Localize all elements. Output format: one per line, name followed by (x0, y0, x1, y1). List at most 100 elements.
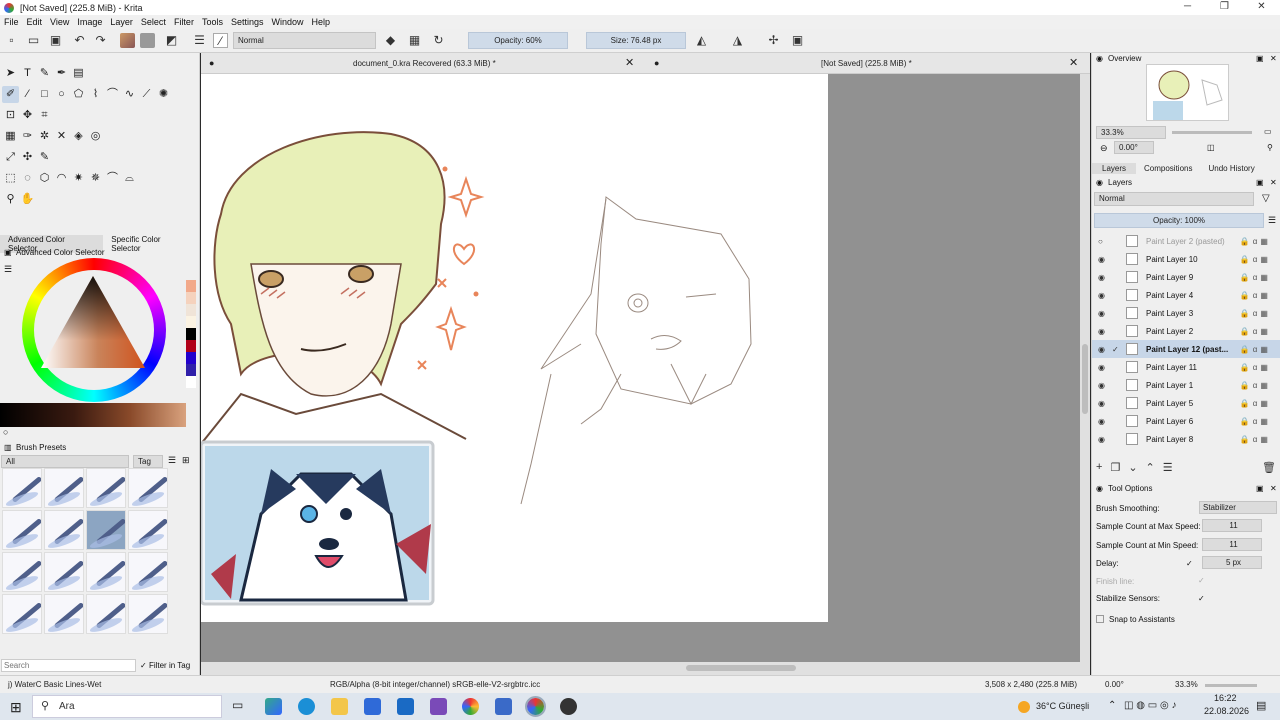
mail-icon[interactable] (397, 698, 414, 715)
freehand-brush-icon[interactable]: ✐ (2, 86, 19, 103)
smart-patch-icon[interactable]: ✲ (36, 128, 53, 145)
layer-lock-alpha-icons[interactable]: 🔒α▦ (1240, 255, 1271, 264)
menu-layer[interactable]: Layer (106, 17, 137, 27)
tab-document-recovered[interactable]: document_0.kra Recovered (63.3 MiB) * (353, 53, 496, 74)
brush-preset[interactable] (44, 510, 84, 550)
tab-specific-color-selector[interactable]: Specific Color Selector (103, 235, 199, 253)
calculator-icon[interactable] (495, 698, 512, 715)
brush-preset[interactable] (44, 594, 84, 634)
visibility-eye-icon[interactable]: ◉ (1098, 435, 1108, 444)
brush-filter-select[interactable]: All (1, 455, 129, 468)
float-docker-icon[interactable]: ▣ (1256, 54, 1264, 63)
drawing-canvas[interactable] (201, 74, 828, 622)
weather-text[interactable]: 36°C Güneşli (1036, 701, 1089, 711)
menu-settings[interactable]: Settings (227, 17, 268, 27)
menu-help[interactable]: Help (308, 17, 335, 27)
layer-lock-alpha-icons[interactable]: 🔒α▦ (1240, 363, 1271, 372)
move-tool-icon[interactable]: ✥ (19, 107, 36, 124)
status-zoom[interactable]: 33.3% (1175, 680, 1198, 689)
menu-view[interactable]: View (46, 17, 73, 27)
brush-preset[interactable] (86, 552, 126, 592)
gradient-swatch-icon[interactable] (120, 33, 135, 48)
save-icon[interactable]: ▣ (48, 33, 63, 48)
visibility-eye-icon[interactable]: ◉ (1098, 255, 1108, 264)
color-wheel[interactable] (22, 258, 166, 402)
layer-row[interactable]: ◉ Paint Layer 8 🔒α▦ (1092, 430, 1280, 448)
duplicate-layer-icon[interactable]: ❐ (1110, 461, 1120, 474)
clock-date[interactable]: 22.08.2026 (1204, 706, 1249, 716)
bezier-tool-icon[interactable]: ⌒ (104, 86, 121, 103)
zoom-select[interactable]: 33.3% (1096, 126, 1166, 139)
fg-bg-color-icon[interactable]: ◩ (164, 33, 179, 48)
polygon-select-icon[interactable]: ⬡ (36, 170, 53, 187)
stabilize-sensors-checkbox[interactable]: ✓ (1198, 594, 1205, 603)
layer-row[interactable]: ○ Paint Layer 2 (pasted) 🔒α▦ (1092, 232, 1280, 250)
layer-name[interactable]: Paint Layer 2 (pasted) (1146, 237, 1236, 246)
copilot-icon[interactable] (265, 698, 282, 715)
color-settings-icon[interactable]: ☰ (4, 264, 12, 275)
brush-preset[interactable] (128, 468, 168, 508)
edit-shapes-icon[interactable]: ✎ (36, 65, 53, 82)
layer-name[interactable]: Paint Layer 6 (1146, 417, 1236, 426)
multibrush-icon[interactable]: ✺ (155, 86, 172, 103)
layer-lock-alpha-icons[interactable]: 🔒α▦ (1240, 273, 1271, 282)
chrome-icon[interactable] (462, 698, 479, 715)
tag-button[interactable]: Tag (133, 455, 163, 468)
polygon-tool-icon[interactable]: ⬠ (70, 86, 87, 103)
assistant-tool-icon[interactable]: ✕ (53, 128, 70, 145)
layer-lock-alpha-icons[interactable]: 🔒α▦ (1240, 345, 1271, 354)
close-docker-icon[interactable]: ✕ (1270, 178, 1277, 187)
tab-compositions[interactable]: Compositions (1136, 163, 1200, 174)
tab-layers[interactable]: Layers (1092, 163, 1137, 174)
file-explorer-icon[interactable] (331, 698, 348, 715)
move-up-icon[interactable]: ⌃ (1146, 461, 1155, 474)
menu-image[interactable]: Image (73, 17, 106, 27)
view-mode-icon[interactable]: ☰ (168, 455, 176, 466)
add-layer-icon[interactable]: + (1096, 461, 1102, 474)
rotation-field[interactable]: 0.00° (1114, 141, 1154, 154)
finish-line-checkbox[interactable]: ✓ (1198, 576, 1205, 585)
color-picker-icon[interactable]: ✑ (19, 128, 36, 145)
select-shapes-icon[interactable]: ➤ (2, 65, 19, 82)
visibility-eye-icon[interactable]: ◉ (1098, 345, 1108, 354)
layer-row[interactable]: ◉ ✓ Paint Layer 12 (past... 🔒α▦ (1092, 340, 1280, 358)
layer-blend-select[interactable]: Normal (1094, 192, 1254, 206)
blend-mode-select[interactable]: Normal (233, 32, 376, 49)
float-docker-icon[interactable]: ▣ (1256, 484, 1264, 493)
brush-settings-icon[interactable]: ☰ (192, 33, 207, 48)
layer-name[interactable]: Paint Layer 11 (1146, 363, 1236, 372)
close-tab-icon[interactable]: ✕ (625, 53, 634, 74)
measure-tool-icon[interactable]: ⤢ (2, 149, 19, 166)
color-history-icon[interactable]: ○ (3, 427, 8, 437)
brush-preset-icon[interactable]: ⁄ (213, 33, 228, 48)
mirror-view-icon[interactable]: ◫ (1207, 143, 1215, 152)
layer-name[interactable]: Paint Layer 12 (past... (1146, 345, 1236, 354)
minimize-button[interactable]: ─ (1169, 0, 1206, 15)
crop-tool-icon[interactable]: ⌗ (36, 107, 53, 124)
min-speed-input[interactable]: 11 (1202, 538, 1262, 551)
mirror-horizontal-icon[interactable]: ◭ (694, 33, 709, 48)
eraser-icon[interactable]: ◆ (383, 33, 398, 48)
layer-row[interactable]: ◉ Paint Layer 3 🔒α▦ (1092, 304, 1280, 322)
wrap-around-icon[interactable]: ✢ (766, 33, 781, 48)
ellipse-select-icon[interactable]: ◌ (19, 170, 36, 187)
delay-checkbox[interactable]: ✓ (1186, 559, 1193, 568)
brush-preset[interactable] (128, 552, 168, 592)
brush-preset[interactable] (44, 552, 84, 592)
ellipse-tool-icon[interactable]: ○ (53, 86, 70, 103)
preserve-alpha-icon[interactable]: ▦ (407, 33, 422, 48)
open-folder-icon[interactable]: ▭ (26, 33, 41, 48)
fit-view-icon[interactable]: ▭ (1264, 127, 1272, 136)
brush-preset[interactable] (128, 510, 168, 550)
app-icon[interactable] (430, 698, 447, 715)
calligraphy-icon[interactable]: ✒ (53, 65, 70, 82)
current-brush[interactable]: j) WaterC Basic Lines-Wet (8, 680, 101, 689)
pan-tool-icon[interactable]: ✋ (19, 191, 36, 208)
filter-icon[interactable]: ▽ (1262, 193, 1270, 204)
tray-chevron-icon[interactable]: ⌃ (1108, 700, 1116, 711)
edge-icon[interactable] (298, 698, 315, 715)
delete-layer-icon[interactable]: 🗑 (1262, 461, 1276, 474)
transform-tool-icon[interactable]: ⊡ (2, 107, 19, 124)
layer-row[interactable]: ◉ Paint Layer 1 🔒α▦ (1092, 376, 1280, 394)
layer-name[interactable]: Paint Layer 2 (1146, 327, 1236, 336)
